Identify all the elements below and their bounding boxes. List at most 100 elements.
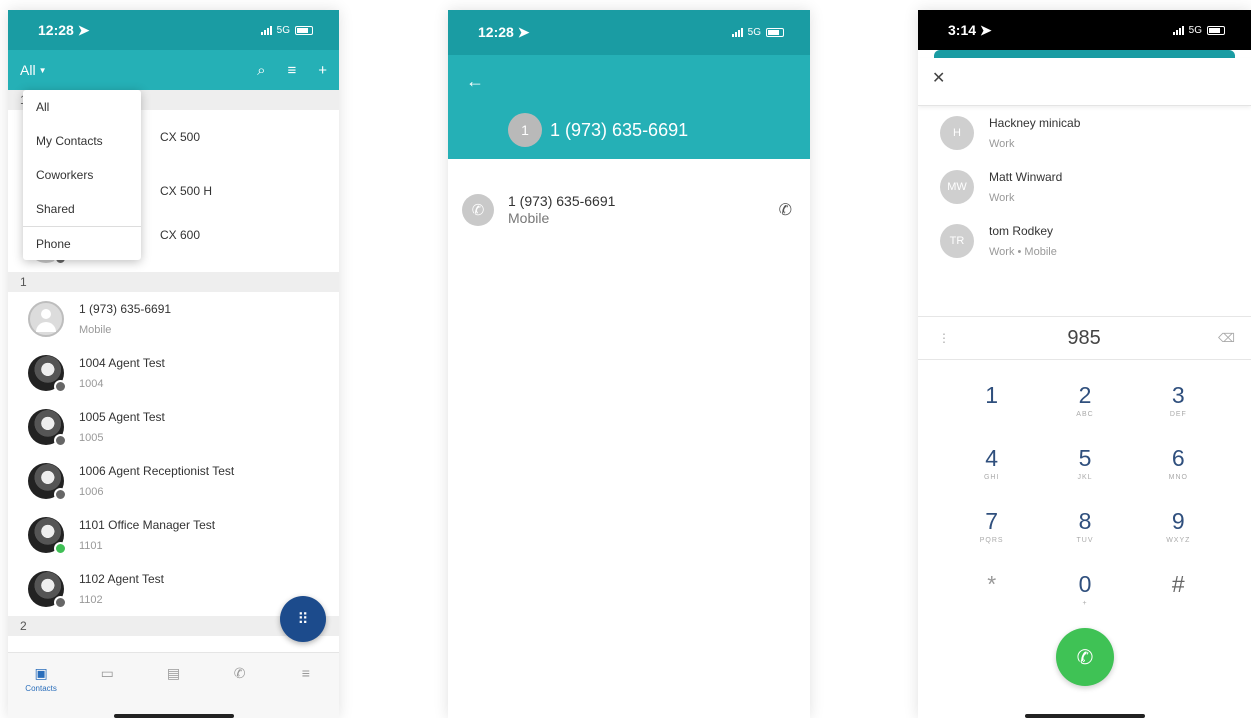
dialpad-icon: ⠿ [297,611,309,628]
status-bar: 3:14 ➤ 5G [918,10,1251,50]
key-3[interactable]: 3 DEF [1132,382,1225,426]
list-item[interactable]: 1004 Agent Test 1004 [8,346,339,400]
status-bar: 12:28 ➤ 5G [448,10,810,55]
status-signal: 5G [1172,24,1225,36]
network-label: 5G [276,24,290,36]
arrow-left-icon[interactable]: ← [466,71,484,92]
filter-dropdown-button[interactable]: All ▼ [20,62,46,78]
nav-messages[interactable]: ▤ [153,665,193,682]
status-time: 12:28 ➤ [38,21,90,38]
more-vertical-icon[interactable]: ⋮ [938,331,950,345]
key-digit: 3 [1171,382,1185,408]
contact-title: 1 (973) 635-6691 [550,119,689,140]
avatar: MW [940,170,974,204]
key-6[interactable]: 6 MNO [1132,445,1225,489]
location-arrow-icon: ➤ [517,24,530,40]
dial-call-button[interactable]: ✆ [1056,628,1114,686]
caret-down-icon: ▼ [38,65,47,75]
filter-menu: All My Contacts Coworkers Shared Phone [23,90,141,260]
suggestion-item[interactable]: H Hackney minicab Work [918,106,1251,160]
detail-type: Mobile [508,210,550,226]
contact-sub: 1005 [79,432,104,444]
key-1[interactable]: 1 [945,382,1038,426]
key-digit: # [1171,571,1185,597]
nav-calls[interactable]: ✆ [220,665,260,682]
presence-badge [54,434,67,447]
contact-name: CX 600 [160,228,201,242]
avatar [28,409,67,447]
contact-sub: 1101 [79,540,103,552]
list-item[interactable]: 1005 Agent Test 1005 [8,400,339,454]
keypad: 1 2 ABC 3 DEF 4 GHI 5 JKL 6 MNO 7 PQRS 8 TUV 9 W… [945,382,1225,615]
contacts-screen: 12:28 ➤ 5G All ▼ ⌕ ≡ + 1 CX 500 CX 500 H… [8,10,339,718]
phone-icon: ✆ [1076,646,1094,669]
contacts-icon: ▣ [34,665,48,681]
avatar [28,355,67,393]
key-digit: 7 [985,508,999,534]
suggestion-name: Matt Winward [989,170,1063,184]
battery-icon [766,28,784,37]
suggestion-item[interactable]: TR tom Rodkey Work • Mobile [918,214,1251,268]
sort-icon[interactable]: ≡ [287,62,296,79]
nav-voicemail[interactable]: ▭ [87,665,127,682]
contact-detail-screen: 12:28 ➤ 5G ← 1 1 (973) 635-6691 ✆ 1 (973… [448,10,810,718]
key-8[interactable]: 8 TUV [1038,508,1131,552]
list-item[interactable]: 1101 Office Manager Test 1101 [8,508,339,562]
key-star[interactable]: * [945,571,1038,615]
battery-icon [295,25,313,35]
nav-menu[interactable]: ≡ [286,665,326,681]
status-time: 3:14 ➤ [948,21,992,38]
phone-number-row[interactable]: ✆ 1 (973) 635-6691 Mobile ✆ [448,159,810,226]
key-letters: DEF [1169,411,1187,418]
network-label: 5G [1188,24,1202,36]
contacts-toolbar: All ▼ ⌕ ≡ + [8,50,339,90]
backspace-icon[interactable]: ⌫ [1218,331,1235,345]
key-digit: 8 [1078,508,1092,534]
contact-sub: 1006 [79,486,104,498]
dial-input[interactable]: ⋮ 985 ⌫ [918,316,1251,360]
key-4[interactable]: 4 GHI [945,445,1038,489]
list-item[interactable]: 1006 Agent Receptionist Test 1006 [8,454,339,508]
signal-icon [1172,25,1184,35]
avatar [28,571,67,609]
status-time: 12:28 ➤ [478,24,530,40]
close-icon[interactable]: ✕ [932,70,945,87]
call-button[interactable]: ✆ [779,200,792,220]
key-5[interactable]: 5 JKL [1038,445,1131,489]
key-2[interactable]: 2 ABC [1038,382,1131,426]
chat-icon: ▤ [166,665,181,681]
nav-contacts[interactable]: ▣ Contacts [21,665,61,693]
sheet-backdrop [934,50,1235,58]
list-item[interactable]: 1 (973) 635-6691 Mobile [8,292,339,346]
avatar: TR [940,224,974,258]
contact-name: 1101 Office Manager Test [79,518,216,532]
key-9[interactable]: 9 WXYZ [1132,508,1225,552]
dialer-header: ✕ [918,58,1251,106]
filter-option-my-contacts[interactable]: My Contacts [23,124,141,158]
filter-option-shared[interactable]: Shared [23,192,141,226]
key-digit: 1 [985,382,999,408]
search-icon[interactable]: ⌕ [257,62,265,79]
presence-badge [54,596,67,609]
status-signal: 5G [731,27,784,38]
key-7[interactable]: 7 PQRS [945,508,1038,552]
detail-number: 1 (973) 635-6691 [508,193,616,209]
filter-option-coworkers[interactable]: Coworkers [23,158,141,192]
plus-icon[interactable]: + [318,62,327,79]
presence-badge-available [54,542,67,555]
key-hash[interactable]: # [1132,571,1225,615]
contact-name: 1004 Agent Test [79,356,165,370]
key-letters: JKL [1077,474,1093,481]
suggestion-item[interactable]: MW Matt Winward Work [918,160,1251,214]
filter-option-all[interactable]: All [23,90,141,124]
suggestion-sub: Work [989,192,1015,204]
dialpad-fab-button[interactable]: ⠿ [280,596,326,642]
avatar: H [940,116,974,150]
suggestion-sub: Work [989,138,1015,150]
home-indicator [1024,714,1145,718]
network-label: 5G [747,27,761,38]
key-letters: + [1082,600,1088,607]
avatar: 1 [508,113,542,147]
filter-option-phone[interactable]: Phone [23,226,141,260]
key-0[interactable]: 0 + [1038,571,1131,615]
